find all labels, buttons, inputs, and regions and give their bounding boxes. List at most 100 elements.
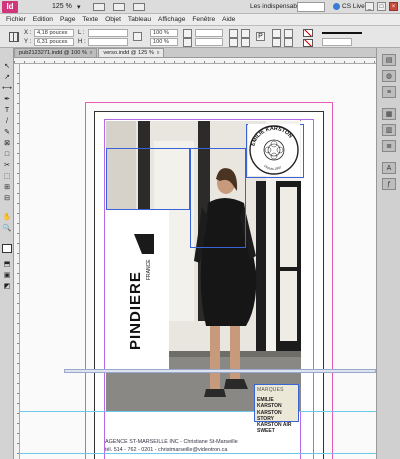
menu-item-texte[interactable]: Texte — [82, 16, 98, 23]
color-panel-icon[interactable]: ▥ — [382, 124, 396, 136]
pages-panel-icon[interactable]: ▤ — [382, 54, 396, 66]
select-container-icon[interactable] — [272, 29, 281, 38]
search-input[interactable] — [297, 2, 325, 12]
horizontal-frame-band[interactable] — [64, 369, 376, 373]
height-field[interactable] — [88, 38, 128, 46]
layers-panel-icon[interactable]: ◍ — [382, 70, 396, 82]
rectangle-tool-icon[interactable]: □ — [2, 150, 12, 159]
tab-pub2123271[interactable]: pub2123271.indd @ 100 % x — [14, 48, 98, 58]
brand-sub-text: FRANCE — [146, 259, 152, 280]
select-next-icon[interactable] — [284, 38, 293, 47]
view-options — [92, 2, 145, 11]
free-transform-tool-icon[interactable]: ⬚ — [2, 172, 12, 181]
cs-live-button[interactable]: CS Live — [333, 3, 365, 10]
maximize-button[interactable]: □ — [377, 2, 386, 11]
stroke-swatch[interactable] — [303, 39, 313, 47]
selection-tool-icon[interactable]: ↖ — [2, 62, 12, 71]
height-label: H : — [78, 39, 86, 45]
marques-text-frame[interactable]: MARQUES EMILIE KARSTON KARSTON STORY KAR… — [254, 384, 299, 434]
scissors-tool-icon[interactable]: ✂ — [2, 161, 12, 170]
tab-label: verso.indd @ 125 % — [103, 49, 154, 56]
application-bar: Id 125 % ▾ Les indispensables CS Live _ … — [0, 0, 400, 14]
close-icon[interactable]: x — [157, 49, 160, 58]
close-button[interactable]: × — [389, 2, 398, 11]
zoom-tool-icon[interactable]: 🔍 — [2, 224, 12, 233]
select-previous-icon[interactable] — [272, 38, 281, 47]
zoom-control[interactable]: 125 % ▾ — [52, 3, 81, 11]
reference-point-icon[interactable] — [9, 32, 19, 42]
note-tool-icon[interactable]: ⊟ — [2, 194, 12, 203]
menu-item-fenetre[interactable]: Fenêtre — [192, 16, 215, 23]
flip-horizontal-icon[interactable] — [229, 38, 238, 47]
stroke-panel-icon[interactable]: ▦ — [382, 108, 396, 120]
scale-y-field[interactable]: 100 % — [150, 38, 178, 46]
selected-frame[interactable] — [190, 148, 246, 248]
indesign-logo: Id — [2, 0, 18, 13]
cs-live-label: CS Live — [342, 3, 365, 10]
agency-contact-text-frame[interactable]: AGENCE ST-MARSEILLE INC - Christiane St-… — [105, 438, 305, 454]
selected-frame[interactable] — [106, 148, 190, 210]
line-tool-icon[interactable]: / — [2, 117, 12, 126]
tab-label: pub2123271.indd @ 100 % — [19, 49, 87, 56]
rotate-ccw-icon[interactable] — [241, 29, 250, 38]
rotate-field[interactable] — [195, 29, 223, 37]
links-panel-icon[interactable]: ≡ — [382, 86, 396, 98]
swatches-panel-icon[interactable]: ≣ — [382, 140, 396, 152]
rectangle-frame-tool-icon[interactable]: ⊠ — [2, 139, 12, 148]
fill-stroke-icon[interactable] — [2, 244, 12, 253]
arrange-documents-icon[interactable] — [132, 2, 145, 11]
pasteboard[interactable]: PINDIERE FRANCE EMILIE KARSTON Depuis 19… — [20, 64, 376, 459]
width-label: L : — [78, 30, 85, 36]
rotate-cw-icon[interactable] — [229, 29, 238, 38]
shear-field[interactable] — [195, 38, 223, 46]
pindiere-logo: PINDIERE FRANCE — [120, 232, 156, 352]
minimize-button[interactable]: _ — [365, 2, 374, 11]
screen-mode-icon[interactable] — [92, 2, 105, 11]
menu-item-page[interactable]: Page — [60, 16, 75, 23]
view-options-icon[interactable] — [112, 2, 125, 11]
select-content-icon[interactable] — [284, 29, 293, 38]
agency-line: AGENCE ST-MARSEILLE INC - Christiane St-… — [105, 439, 238, 445]
menu-item-objet[interactable]: Objet — [105, 16, 121, 23]
menu-item-tableau[interactable]: Tableau — [128, 16, 151, 23]
menu-item-aide[interactable]: Aide — [222, 16, 235, 23]
menu-item-edition[interactable]: Edition — [33, 16, 53, 23]
menu-bar: Fichier Edition Page Texte Objet Tableau… — [0, 14, 400, 26]
pen-tool-icon[interactable]: ✎ — [2, 128, 12, 137]
normal-view-icon[interactable]: ▣ — [2, 271, 12, 280]
rotate-icon[interactable] — [183, 29, 192, 38]
apply-color-icon[interactable]: ⬒ — [2, 260, 12, 269]
hand-tool-icon[interactable]: ✋ — [2, 213, 12, 222]
cs-live-icon — [333, 3, 340, 10]
x-field[interactable]: 4,18 pouces — [34, 29, 74, 37]
type-tool-icon[interactable]: T — [2, 106, 12, 115]
stroke-type-select[interactable] — [322, 38, 352, 46]
gap-tool-icon[interactable]: ✒ — [2, 95, 12, 104]
pindiere-logo-graphic: PINDIERE FRANCE — [127, 234, 154, 350]
tab-verso[interactable]: verso.indd @ 125 % x — [98, 48, 165, 58]
ruler-guide — [20, 411, 376, 412]
marques-title: MARQUES — [257, 387, 284, 393]
shear-icon[interactable] — [183, 38, 192, 47]
preview-mode-icon[interactable]: ◩ — [2, 282, 12, 291]
chevron-down-icon[interactable]: ▾ — [77, 3, 81, 11]
fill-swatch[interactable] — [303, 29, 313, 37]
scale-x-field[interactable]: 100 % — [150, 29, 178, 37]
paragraph-styles-panel-icon[interactable]: ƒ — [382, 178, 396, 190]
paragraph-icon[interactable]: P — [256, 32, 265, 41]
marques-item: SWEET — [257, 428, 275, 435]
menu-item-affichage[interactable]: Affichage — [158, 16, 185, 23]
y-field[interactable]: 6,31 pouces — [34, 38, 74, 46]
width-field[interactable] — [88, 29, 128, 37]
constrain-proportions-icon[interactable] — [133, 32, 142, 41]
character-panel-icon[interactable]: A — [382, 162, 396, 174]
flip-vertical-icon[interactable] — [241, 38, 250, 47]
direct-selection-tool-icon[interactable]: ↗ — [2, 73, 12, 82]
gradient-tool-icon[interactable]: ⊞ — [2, 183, 12, 192]
tools-panel: ↖ ↗ ⟷ ✒ T / ✎ ⊠ □ ✂ ⬚ ⊞ ⊟ ✋ 🔍 ⬒ ▣ ◩ — [0, 48, 14, 459]
page-tool-icon[interactable]: ⟷ — [2, 84, 12, 93]
window-controls: _ □ × — [365, 2, 398, 11]
menu-item-fichier[interactable]: Fichier — [6, 16, 26, 23]
close-icon[interactable]: x — [90, 49, 93, 58]
zoom-level[interactable]: 125 % — [52, 3, 74, 10]
